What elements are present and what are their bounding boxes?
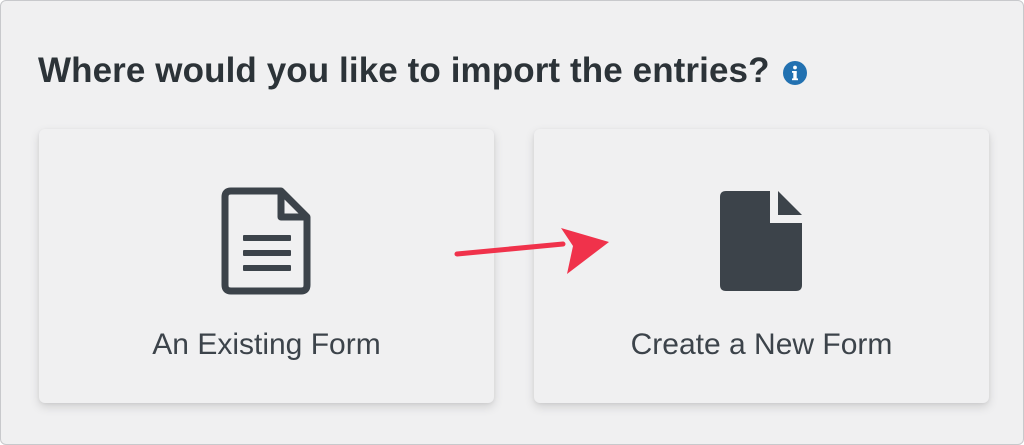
existing-form-label: An Existing Form xyxy=(152,328,381,361)
info-icon[interactable] xyxy=(782,60,808,86)
page-title: Where would you like to import the entri… xyxy=(38,51,770,90)
heading-row: Where would you like to import the entri… xyxy=(38,49,808,93)
new-form-label: Create a New Form xyxy=(630,328,893,361)
new-form-option[interactable]: Create a New Form xyxy=(534,129,989,403)
icon-wrap xyxy=(39,187,494,295)
import-dialog: Where would you like to import the entri… xyxy=(0,0,1024,445)
document-outline-icon xyxy=(221,187,310,295)
document-filled-icon xyxy=(719,191,802,291)
existing-form-option[interactable]: An Existing Form xyxy=(39,129,494,403)
icon-wrap xyxy=(534,187,989,295)
